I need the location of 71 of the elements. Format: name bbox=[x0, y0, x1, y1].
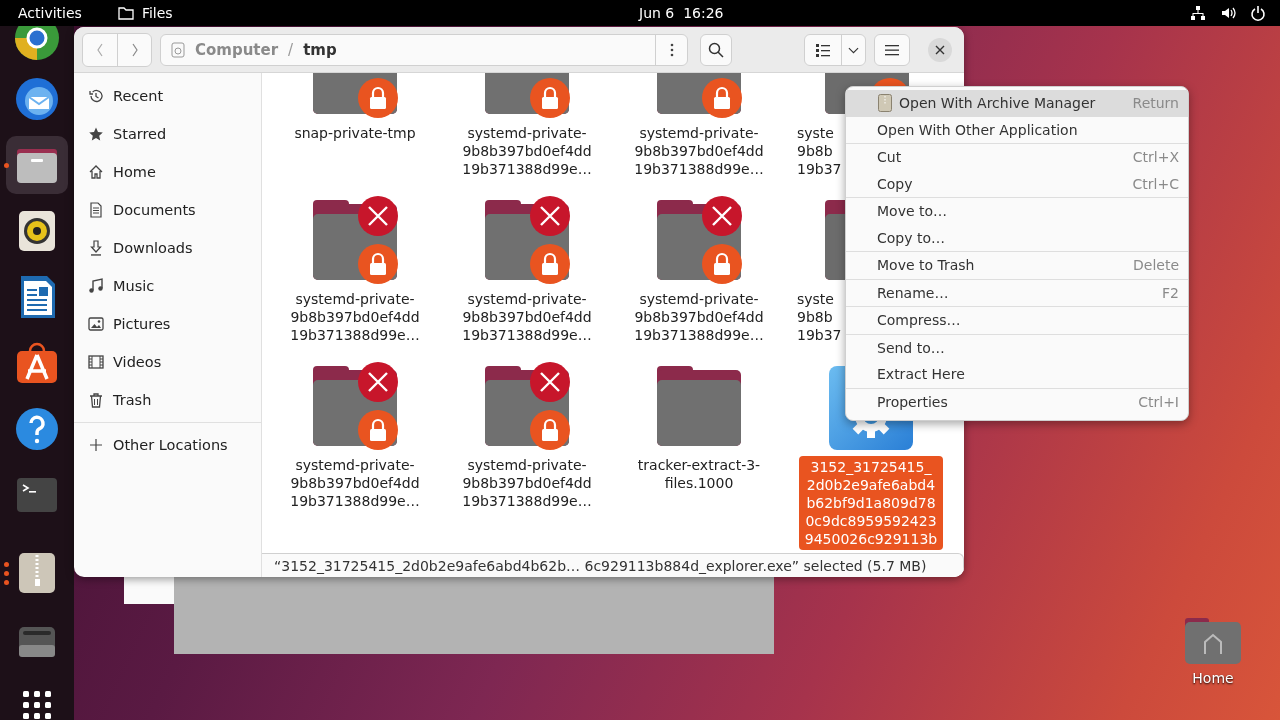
menu-icon bbox=[885, 43, 899, 56]
plus-icon bbox=[88, 437, 104, 453]
file-name[interactable]: systemd-private- 9b8b397bd0ef4dd 19b371388d99e… bbox=[458, 290, 596, 344]
menu-item[interactable]: Rename… F2 bbox=[846, 279, 1188, 306]
sidebar-item[interactable]: Pictures bbox=[74, 305, 261, 343]
music-icon bbox=[88, 278, 104, 294]
sidebar-item[interactable]: Recent bbox=[74, 77, 261, 115]
file-name[interactable]: systemd-private- 9b8b397bd0ef4dd 19b371388d99e… bbox=[630, 290, 768, 344]
menu-item[interactable]: Copy to… bbox=[846, 224, 1188, 251]
sidebar-item[interactable]: Starred bbox=[74, 115, 261, 153]
sidebar-item[interactable]: Videos bbox=[74, 343, 261, 381]
drive-icon bbox=[171, 41, 185, 58]
mail-app-icon bbox=[13, 75, 61, 123]
clock-icon bbox=[88, 88, 104, 104]
sidebar-item[interactable]: Other Locations bbox=[74, 426, 261, 464]
menu-item[interactable]: Properties Ctrl+I bbox=[846, 388, 1188, 415]
file-name[interactable]: systemd-private- 9b8b397bd0ef4dd 19b371388d99e… bbox=[458, 456, 596, 510]
sidebar-item[interactable]: Home bbox=[74, 153, 261, 191]
sidebar-item[interactable]: Documents bbox=[74, 191, 261, 229]
close-icon bbox=[935, 44, 945, 55]
menu-item[interactable]: Compress… bbox=[846, 307, 1188, 334]
menu-item[interactable]: Move to… bbox=[846, 198, 1188, 225]
home-icon bbox=[88, 164, 104, 180]
document-icon bbox=[88, 202, 104, 218]
file-name[interactable]: systemd-private- 9b8b397bd0ef4dd 19b371388d99e… bbox=[286, 456, 424, 510]
path-segment[interactable]: tmp bbox=[301, 40, 339, 59]
sidebar-item[interactable]: Downloads bbox=[74, 229, 261, 267]
home-folder-icon[interactable] bbox=[1185, 618, 1241, 664]
trash-icon bbox=[88, 392, 104, 408]
sidebar-item[interactable]: Music bbox=[74, 267, 261, 305]
more-icon bbox=[669, 42, 674, 57]
file-name[interactable]: systemd-private- 9b8b397bd0ef4dd 19b371388d99e… bbox=[630, 124, 768, 178]
file-name[interactable]: systemd-private- 9b8b397bd0ef4dd 19b371388d99e… bbox=[458, 124, 596, 178]
chevron-left-icon bbox=[95, 41, 105, 58]
menu-item[interactable]: Copy Ctrl+C bbox=[846, 170, 1188, 197]
folder-icon bbox=[117, 6, 134, 20]
chevron-down-icon bbox=[848, 45, 859, 54]
picture-icon bbox=[88, 316, 104, 332]
file-name[interactable]: 3152_31725415_ 2d0b2e9afe6abd4 b62bf9d1a809d78 0c9dc8959592423 9450026c929113b bbox=[798, 456, 944, 550]
app-menu[interactable]: Files bbox=[117, 5, 173, 21]
menu-item[interactable]: Open With Archive Manager Return bbox=[846, 90, 1188, 117]
help-icon bbox=[13, 405, 61, 453]
file-name[interactable]: syste 9b8b 19b37 bbox=[785, 124, 846, 178]
film-icon bbox=[88, 354, 104, 370]
browser-app-icon bbox=[13, 26, 61, 60]
power-icon[interactable] bbox=[1250, 5, 1266, 21]
clock[interactable]: Jun 6 16:26 bbox=[639, 5, 724, 21]
volume-icon[interactable] bbox=[1220, 5, 1236, 21]
file-name[interactable]: syste 9b8b 19b37 bbox=[785, 290, 846, 344]
star-icon bbox=[88, 126, 104, 142]
network-icon[interactable] bbox=[1190, 5, 1206, 21]
menu-button[interactable] bbox=[874, 33, 910, 66]
search-button[interactable] bbox=[700, 33, 732, 66]
activities-button[interactable]: Activities bbox=[18, 5, 82, 21]
path-separator: / bbox=[288, 40, 294, 59]
file-name[interactable]: systemd-private- 9b8b397bd0ef4dd 19b371388d99e… bbox=[286, 290, 424, 344]
list-icon bbox=[816, 42, 830, 57]
download-icon bbox=[88, 240, 104, 256]
file-name[interactable]: tracker-extract-3- files.1000 bbox=[633, 456, 765, 492]
search-icon bbox=[708, 41, 724, 58]
file-name[interactable]: snap-private-tmp bbox=[290, 124, 420, 142]
status-bar: “3152_31725415_2d0b2e9afe6abd4b62b… 6c929113b884d_explorer.exe” selected (5.7 MB) bbox=[262, 553, 964, 577]
menu-item[interactable]: Extract Here bbox=[846, 361, 1188, 388]
menu-item[interactable]: Open With Other Application bbox=[846, 116, 1188, 143]
desktop-icon-label[interactable]: Home bbox=[1192, 670, 1234, 686]
focused-app-button[interactable] bbox=[6, 136, 68, 194]
menu-item[interactable]: Send to… bbox=[846, 334, 1188, 361]
close-button[interactable] bbox=[928, 37, 952, 62]
menu-item[interactable]: Move to Trash Delete bbox=[846, 252, 1188, 279]
sidebar-item[interactable]: Trash bbox=[74, 381, 261, 419]
menu-item[interactable]: Cut Ctrl+X bbox=[846, 144, 1188, 171]
